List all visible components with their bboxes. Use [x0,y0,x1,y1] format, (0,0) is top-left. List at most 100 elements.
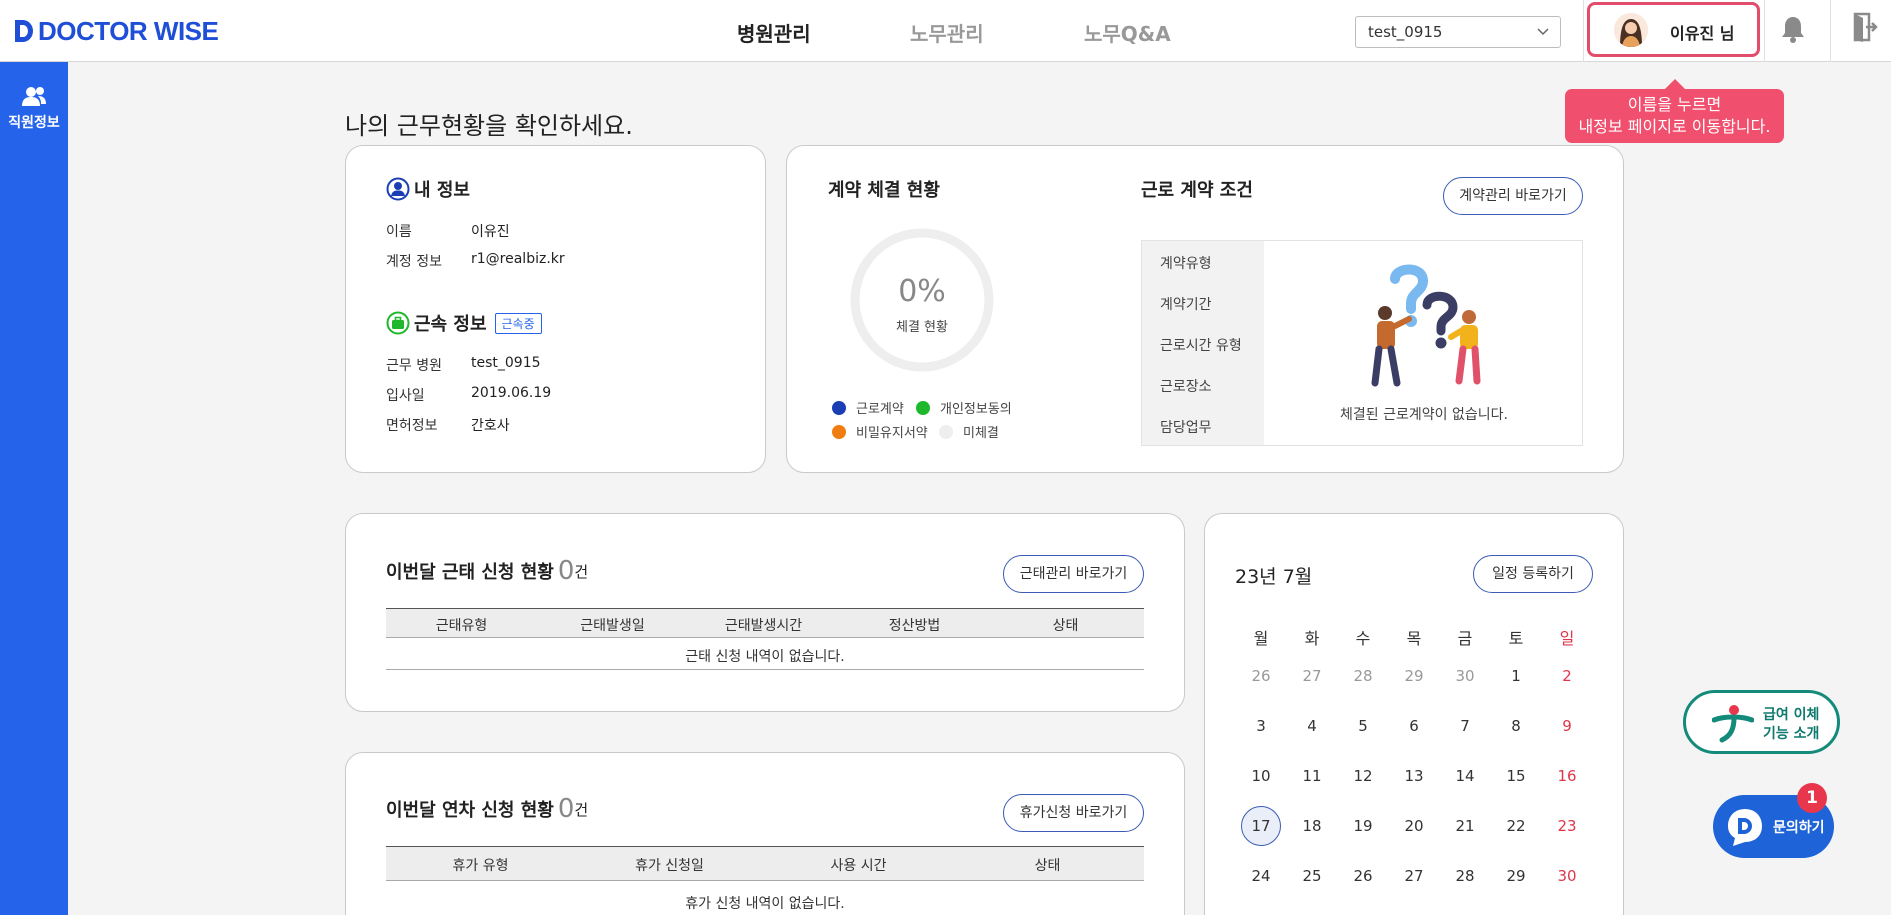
header-divider [1830,0,1831,62]
column-header: 근태발생일 [580,618,645,634]
term-label-duty: 담당업무 [1160,420,1212,436]
calendar-day[interactable]: 8 [1496,717,1536,735]
calendar-day[interactable]: 16 [1547,767,1587,785]
bell-icon[interactable] [1780,14,1806,44]
leave-table-header: 휴가 유형 휴가 신청일 사용 시간 상태 [386,846,1144,881]
calendar-day[interactable]: 11 [1292,767,1332,785]
calendar-day[interactable]: 22 [1496,817,1536,835]
calendar-day[interactable]: 7 [1445,717,1485,735]
column-header: 휴가 유형 [452,858,509,874]
calendar-day[interactable]: 29 [1394,667,1434,685]
sidebar-item-employee-info[interactable]: 직원정보 [0,86,68,132]
leave-request-button[interactable]: 휴가신청 바로가기 [1003,794,1144,832]
calendar-day[interactable]: 24 [1241,867,1281,885]
my-info-title-text: 내 정보 [414,180,470,201]
calendar-day[interactable]: 28 [1445,867,1485,885]
nav-labor-qa[interactable]: 노무Q&A [1084,18,1171,47]
info-label-hospital: 근무 병원 [386,358,442,374]
calendar-day[interactable]: 29 [1496,867,1536,885]
attendance-management-button[interactable]: 근태관리 바로가기 [1003,555,1144,593]
calendar-day[interactable]: 26 [1343,867,1383,885]
legend-dot [832,424,846,439]
leave-title-text: 이번달 연차 신청 현황 [386,800,554,821]
contract-management-button[interactable]: 계약관리 바로가기 [1443,177,1583,215]
calendar-weekday: 수 [1355,629,1371,648]
leave-title: 이번달 연차 신청 현황 0 건 [386,794,588,824]
calendar-day[interactable]: 27 [1394,867,1434,885]
top-header: DOCTOR WISE 병원관리 노무관리 노무Q&A test_0915 이유… [0,0,1891,62]
attendance-title-text: 이번달 근태 신청 현황 [386,562,554,583]
salary-transfer-intro-button[interactable]: 급여 이체 기능 소개 [1683,690,1840,754]
calendar-day[interactable]: 21 [1445,817,1485,835]
calendar-day[interactable]: 27 [1292,667,1332,685]
info-label-name: 이름 [386,224,412,240]
legend-label: 미체결 [963,426,999,441]
nav-labor-management[interactable]: 노무관리 [910,18,984,47]
notification-count-badge: 1 [1797,783,1827,813]
sidebar-item-label: 직원정보 [8,115,60,131]
info-value-join-date: 2019.06.19 [471,385,552,401]
column-header: 휴가 신청일 [635,858,704,874]
calendar-day[interactable]: 14 [1445,767,1485,785]
contract-status-title: 계약 체결 현황 [828,180,940,201]
calendar-day[interactable]: 18 [1292,817,1332,835]
calendar-weekday: 목 [1406,629,1422,648]
contract-terms-label-column: 계약유형 계약기간 근로시간 유형 근로장소 담당업무 [1142,241,1264,445]
chevron-down-icon [1537,28,1549,36]
info-label-account: 계정 정보 [386,254,442,270]
calendar-day[interactable]: 2 [1547,667,1587,685]
page-title: 나의 근무현황을 확인하세요. [345,112,633,140]
calendar-day[interactable]: 19 [1343,817,1383,835]
attendance-empty-row: 근태 신청 내역이 없습니다. [386,646,1144,670]
logo[interactable]: DOCTOR WISE [12,16,219,46]
calendar-day[interactable]: 28 [1343,667,1383,685]
legend-nda: 비밀유지서약 [832,422,928,441]
contract-percent-label: 체결 현황 [896,320,948,335]
hospital-select[interactable]: test_0915 [1355,16,1561,48]
header-divider [1764,0,1765,62]
calendar-day[interactable]: 30 [1445,667,1485,685]
question-people-illustration-icon [1371,264,1481,387]
calendar-day[interactable]: 3 [1241,717,1281,735]
calendar-day[interactable]: 5 [1343,717,1383,735]
calendar-day[interactable]: 15 [1496,767,1536,785]
header-divider [1583,0,1584,62]
my-info-title: 내 정보 [386,176,470,202]
contract-terms-title: 근로 계약 조건 [1141,180,1253,201]
calendar-weekday: 화 [1304,629,1320,648]
calendar-day[interactable]: 9 [1547,717,1587,735]
calendar-day[interactable]: 12 [1343,767,1383,785]
legend-label: 비밀유지서약 [856,426,928,441]
column-header: 정산방법 [888,618,941,634]
avatar [1614,13,1648,47]
inquiry-button-label: 문의하기 [1773,820,1825,836]
leave-card [345,752,1185,915]
calendar-weekday: 일 [1559,629,1575,648]
nav-hospital-management[interactable]: 병원관리 [737,18,811,47]
calendar-day[interactable]: 20 [1394,817,1434,835]
salary-line-2: 기능 소개 [1763,726,1820,742]
calendar-day[interactable]: 13 [1394,767,1434,785]
tooltip-line-1: 이름을 누르면 [1627,95,1722,114]
logout-icon[interactable] [1852,12,1878,42]
calendar-day[interactable]: 17 [1241,817,1281,835]
user-circle-icon [386,177,410,201]
calendar-day[interactable]: 10 [1241,767,1281,785]
add-schedule-button[interactable]: 일정 등록하기 [1473,555,1593,593]
attendance-count-unit: 건 [574,562,589,581]
leave-empty-row: 휴가 신청 내역이 없습니다. [685,896,845,912]
column-header: 상태 [1034,858,1061,874]
calendar-weekday: 금 [1457,629,1473,648]
column-header: 근태발생시간 [724,618,803,634]
calendar-day[interactable]: 1 [1496,667,1536,685]
calendar-day[interactable]: 4 [1292,717,1332,735]
calendar-day[interactable]: 6 [1394,717,1434,735]
calendar-day[interactable]: 30 [1547,867,1587,885]
calendar-day[interactable]: 23 [1547,817,1587,835]
user-profile-button[interactable]: 이유진 님 [1587,2,1760,57]
info-label-join-date: 입사일 [386,388,425,404]
calendar-day[interactable]: 25 [1292,867,1332,885]
calendar-day[interactable]: 26 [1241,667,1281,685]
leave-count-unit: 건 [574,800,589,819]
term-label-type: 계약유형 [1160,256,1212,272]
